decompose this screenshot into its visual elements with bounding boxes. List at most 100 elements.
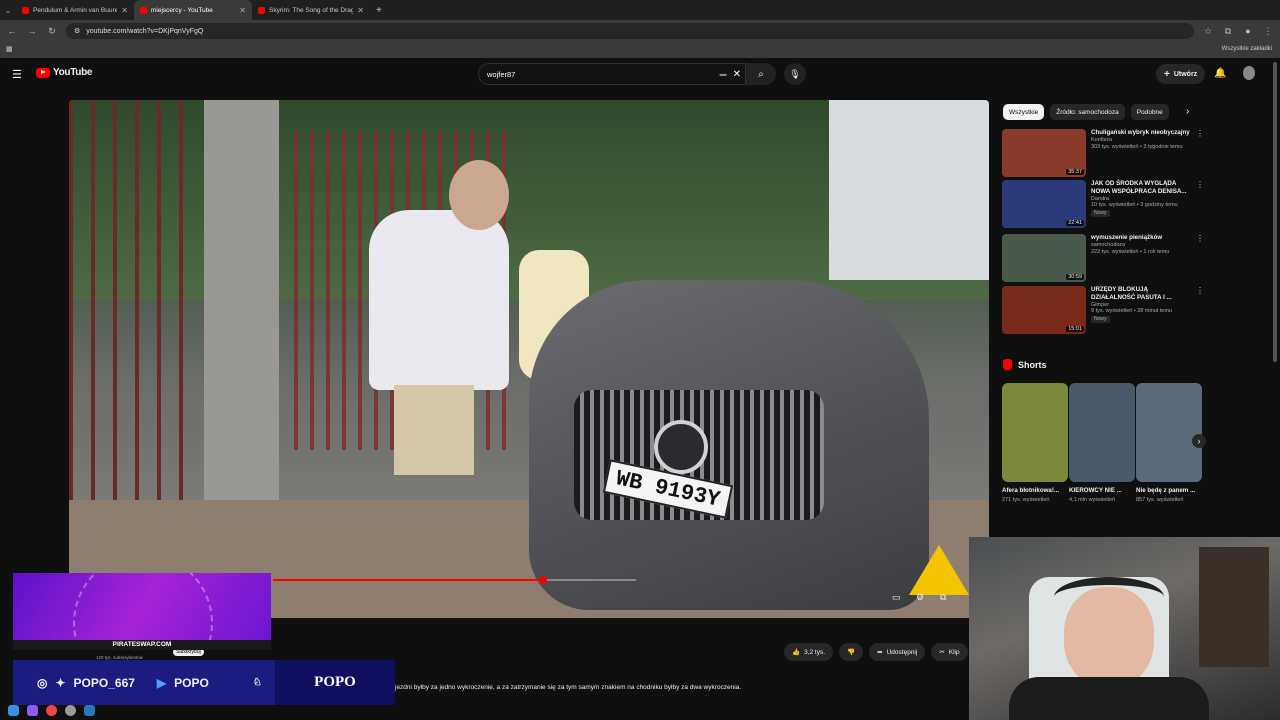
chips-next-chevron-icon[interactable]: › <box>1186 106 1189 117</box>
discord-icon[interactable] <box>27 704 38 716</box>
chip-all[interactable]: Wszystkie <box>1003 104 1045 120</box>
site-info-icon[interactable]: ⚙ <box>74 27 80 35</box>
search-icon: ⌕ <box>758 68 764 80</box>
share-button[interactable]: ➦ Udostępnij <box>869 643 926 661</box>
description-snippet: jezdni byłby za jedno wykroczenie, a za … <box>395 684 742 691</box>
video-thumbnail[interactable]: 15:01 <box>1002 286 1086 334</box>
new-badge: Nowy <box>1091 210 1110 217</box>
youtube-logo[interactable]: YouTube <box>36 67 93 78</box>
bookmark-star-icon[interactable]: ☆ <box>1202 26 1214 37</box>
list-item[interactable]: 30:59 wymuszenie pieniążków samochodoza … <box>1002 234 1204 284</box>
page-scrollbar[interactable] <box>1273 62 1277 362</box>
new-tab-button[interactable]: + <box>370 5 382 16</box>
apps-grid-icon[interactable]: ▦ <box>6 45 13 53</box>
all-bookmarks-link[interactable]: Wszystkie zakładki <box>1222 46 1272 52</box>
list-item[interactable]: 15:01 URZĘDY BLOKUJĄ DZIAŁALNOŚĆ PASUTA … <box>1002 286 1204 336</box>
video-fence-left <box>69 100 199 500</box>
create-button[interactable]: + Utwórz <box>1156 64 1206 84</box>
instagram-icon: ◎ <box>37 675 48 690</box>
chip-similar[interactable]: Podobne <box>1130 104 1169 120</box>
browser-tab-3[interactable]: Skyrim: The Song of the Dragon ✕ <box>252 0 370 20</box>
video-person-white-hoodie <box>369 210 509 390</box>
youtube-icon: ▶ <box>156 675 167 690</box>
dislike-button[interactable]: 👎 <box>839 643 864 661</box>
keyboard-icon[interactable]: ▬ <box>720 71 727 78</box>
chrome-icon[interactable] <box>46 704 57 716</box>
reload-icon[interactable]: ↻ <box>46 26 58 37</box>
miniplayer-icon[interactable]: ⧉ <box>940 592 946 603</box>
obs-icon[interactable] <box>65 704 76 716</box>
video-person-head <box>449 160 509 230</box>
short-thumbnail[interactable] <box>1069 383 1135 482</box>
list-item[interactable]: 35:37 Chuligański wybryk nieobyczajny Ko… <box>1002 129 1204 179</box>
short-thumbnail[interactable] <box>1002 383 1068 482</box>
clear-search-icon[interactable]: ✕ <box>733 69 741 80</box>
short-caption: Nie będę z panem ... 857 tys. wyświetleń <box>1136 487 1196 503</box>
back-icon[interactable]: ← <box>6 26 18 36</box>
address-bar-row: ← → ↻ ⚙ youtube.com/watch?v=DKjPqnVyFgQ ☆… <box>0 20 1280 42</box>
video-car-emblem <box>654 420 708 474</box>
browser-tab-1[interactable]: Pendulum & Armin van Buuren ✕ <box>16 0 134 20</box>
hamburger-menu-icon[interactable]: ☰ <box>12 68 22 81</box>
short-caption: KIEROWCY NIE ... 4,1 mln wyświetleń <box>1069 487 1122 503</box>
youtube-favicon-icon <box>22 6 29 14</box>
headphones-icon <box>1054 577 1164 617</box>
video-progress-fill <box>273 579 544 581</box>
avatar[interactable] <box>1243 66 1255 80</box>
webcam-shirt <box>1009 677 1209 720</box>
thumbs-down-icon: 👎 <box>847 649 856 656</box>
video-player[interactable]: WB 9193Y <box>69 100 989 618</box>
steam-icon[interactable] <box>84 704 95 716</box>
chip-source[interactable]: Źródło: samochodoza <box>1050 104 1125 120</box>
sponsor-banner <box>13 573 271 640</box>
stream-social-bar: ◎ ✦ POPO_667 ▶ POPO ♘ POPO <box>13 660 395 705</box>
browser-tab-2[interactable]: miejscercy - YouTube ✕ <box>134 0 252 20</box>
forward-icon[interactable]: → <box>26 26 38 36</box>
notifications-bell-icon[interactable]: 🔔 <box>1214 68 1226 79</box>
video-thumbnail[interactable]: 35:37 <box>1002 129 1086 177</box>
scissors-icon: ✂ <box>939 649 945 656</box>
video-actions: 👍 3,2 tys. 👎 ➦ Udostępnij ✂ Klip <box>784 643 968 661</box>
like-button[interactable]: 👍 3,2 tys. <box>784 643 834 661</box>
video-info: wymuszenie pieniążków samochodoza 222 ty… <box>1091 234 1170 255</box>
more-options-icon[interactable]: ⋮ <box>1196 286 1204 336</box>
close-tab-icon[interactable]: ✕ <box>239 6 246 15</box>
stream-brand: POPO <box>314 674 356 690</box>
browser-menu-icon[interactable]: ⋮ <box>1262 26 1274 37</box>
profile-icon[interactable]: ● <box>1242 26 1254 36</box>
voice-search-button[interactable]: 🎙 <box>784 63 806 85</box>
os-taskbar <box>0 700 380 720</box>
shorts-next-chevron-icon[interactable]: › <box>1192 434 1206 448</box>
video-info: JAK OD ŚRODKA WYGLĄDA NOWA WSPÓŁPRACA DE… <box>1091 180 1187 217</box>
video-warning-sign-icon <box>909 545 969 595</box>
video-thumbnail[interactable]: 22:41 <box>1002 180 1086 228</box>
youtube-favicon-icon <box>258 6 265 14</box>
more-options-icon[interactable]: ⋮ <box>1196 129 1204 179</box>
video-scrubber-handle[interactable] <box>539 576 548 584</box>
close-tab-icon[interactable]: ✕ <box>121 6 128 15</box>
windows-start-icon[interactable] <box>8 704 19 716</box>
short-thumbnail[interactable] <box>1136 383 1202 482</box>
search-button[interactable]: ⌕ <box>746 63 776 85</box>
tab-search-icon[interactable]: ⌄ <box>0 6 16 15</box>
mascot-icon: ♘ <box>252 677 262 688</box>
clip-button[interactable]: ✂ Klip <box>931 643 968 661</box>
new-badge: Nowy <box>1091 316 1110 323</box>
video-info: URZĘDY BLOKUJĄ DZIAŁALNOŚĆ PASUTA I ... … <box>1091 286 1173 323</box>
more-options-icon[interactable]: ⋮ <box>1196 180 1204 230</box>
microphone-icon: 🎙 <box>789 68 801 79</box>
search-input[interactable]: wojfer87 ▬ ✕ <box>478 63 746 85</box>
list-item[interactable]: 22:41 JAK OD ŚRODKA WYGLĄDA NOWA WSPÓŁPR… <box>1002 180 1204 230</box>
video-thumbnail[interactable]: 30:59 <box>1002 234 1086 282</box>
banner-decor-ring <box>73 573 213 640</box>
sponsor-site-label: PIRATESWAP.COM <box>13 640 271 650</box>
close-tab-icon[interactable]: ✕ <box>357 6 364 15</box>
browser-tab-strip: ⌄ Pendulum & Armin van Buuren ✕ miejscerc… <box>0 0 1280 20</box>
video-sky-area <box>829 100 989 280</box>
subtitles-icon[interactable]: ▭ <box>892 592 901 603</box>
more-options-icon[interactable]: ⋮ <box>1196 234 1204 284</box>
url-field[interactable]: ⚙ youtube.com/watch?v=DKjPqnVyFgQ <box>66 23 1194 39</box>
youtube-play-icon <box>36 67 50 78</box>
extensions-icon[interactable]: ⧉ <box>1222 26 1234 37</box>
settings-gear-icon[interactable]: ⚙ <box>916 592 924 603</box>
